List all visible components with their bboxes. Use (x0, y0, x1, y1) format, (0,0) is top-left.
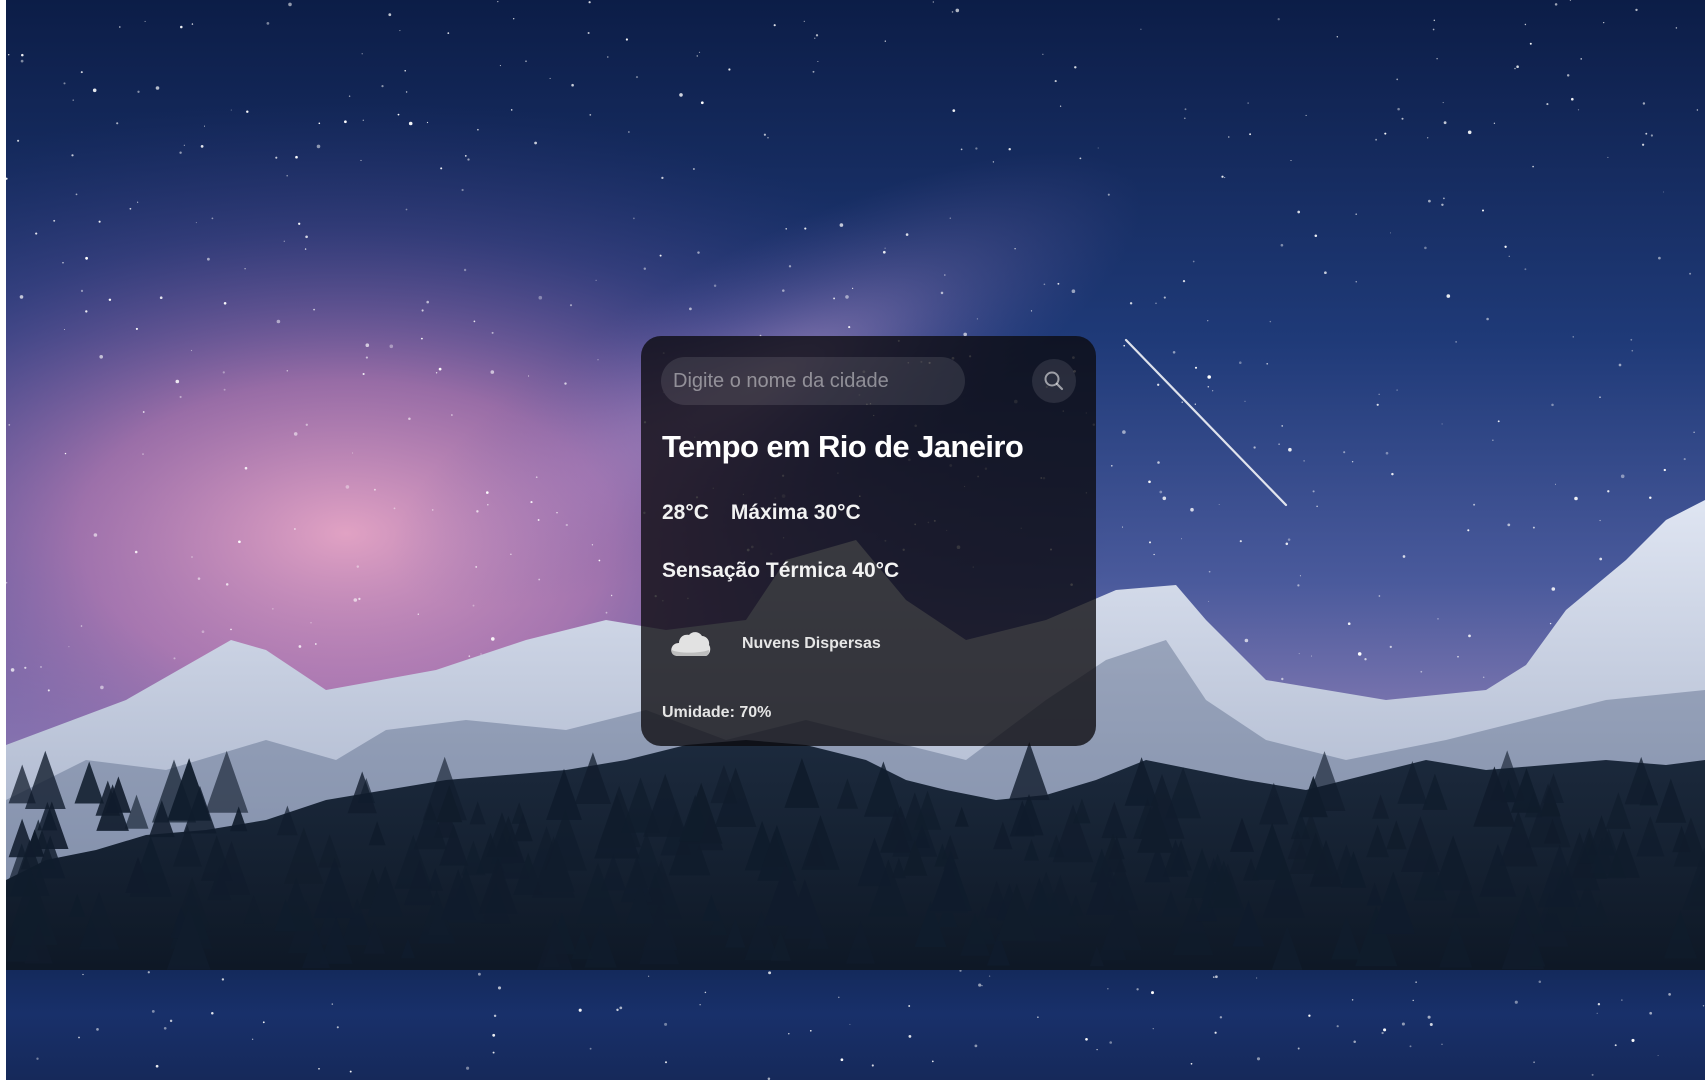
search-bar (661, 357, 1076, 405)
current-temperature: 28°C (662, 501, 709, 524)
condition-description: Nuvens Dispersas (742, 635, 881, 652)
max-temperature: Máxima 30°C (730, 501, 861, 524)
weather-condition: Nuvens Dispersas (668, 624, 881, 664)
humidity: Umidade: 70% (662, 704, 772, 721)
city-search-input[interactable] (661, 357, 965, 405)
cloud-icon (671, 632, 711, 656)
feels-like-temperature: Sensação Térmica 40°C (662, 559, 900, 582)
weather-card: Tempo em Rio de Janeiro 28°CMáxima 30°C … (641, 336, 1096, 746)
search-icon (1044, 371, 1064, 391)
weather-app: Tempo em Rio de Janeiro 28°CMáxima 30°C … (0, 0, 1705, 1080)
search-button[interactable] (1032, 359, 1076, 403)
background-image-repeat (6, 970, 1705, 1080)
temperature-row: 28°C Máxima 30°C (662, 501, 861, 525)
city-title: Tempo em Rio de Janeiro (662, 429, 1024, 464)
